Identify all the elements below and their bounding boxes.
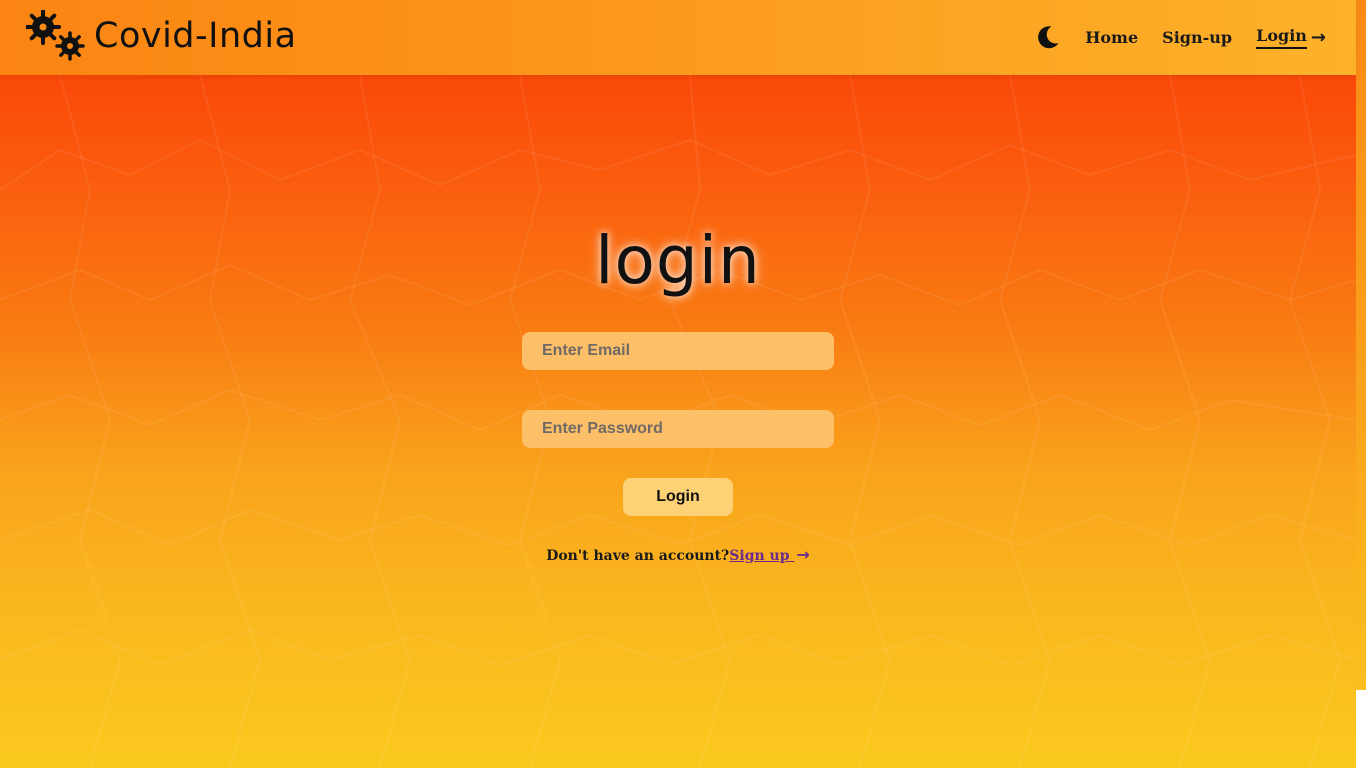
- nav-login-link[interactable]: Login →: [1256, 26, 1326, 49]
- email-field[interactable]: [522, 332, 834, 370]
- nav-home-label: Home: [1085, 27, 1139, 47]
- low-poly-pattern: [0, 74, 1356, 768]
- login-button[interactable]: Login: [623, 478, 733, 516]
- page-edge-strip: [1356, 0, 1366, 690]
- signup-prompt-row: Don't have an account?Sign up →: [0, 545, 1356, 564]
- password-field[interactable]: [522, 410, 834, 448]
- brand-name: Covid-India: [94, 16, 297, 56]
- signup-prompt-text: Don't have an account?: [546, 548, 730, 564]
- nav-signup-link[interactable]: Sign-up: [1162, 28, 1232, 47]
- navbar: Covid-India Home Sign-up Login →: [0, 0, 1356, 75]
- virus-gears-icon: [25, 9, 88, 62]
- nav-home-link[interactable]: Home: [1085, 28, 1138, 47]
- nav-signup-label: Sign-up: [1162, 27, 1233, 47]
- page-background: [0, 0, 1356, 768]
- moon-icon[interactable]: [1035, 24, 1061, 50]
- nav-login-label: Login: [1256, 26, 1307, 49]
- page-title: login: [595, 222, 761, 299]
- nav-menu: Home Sign-up Login →: [1035, 24, 1326, 50]
- signup-link[interactable]: Sign up →: [729, 545, 810, 564]
- arrow-right-icon: →: [1310, 26, 1326, 48]
- brand[interactable]: Covid-India: [25, 9, 297, 62]
- signup-link-label: Sign up: [729, 548, 795, 564]
- arrow-right-icon: →: [796, 545, 810, 564]
